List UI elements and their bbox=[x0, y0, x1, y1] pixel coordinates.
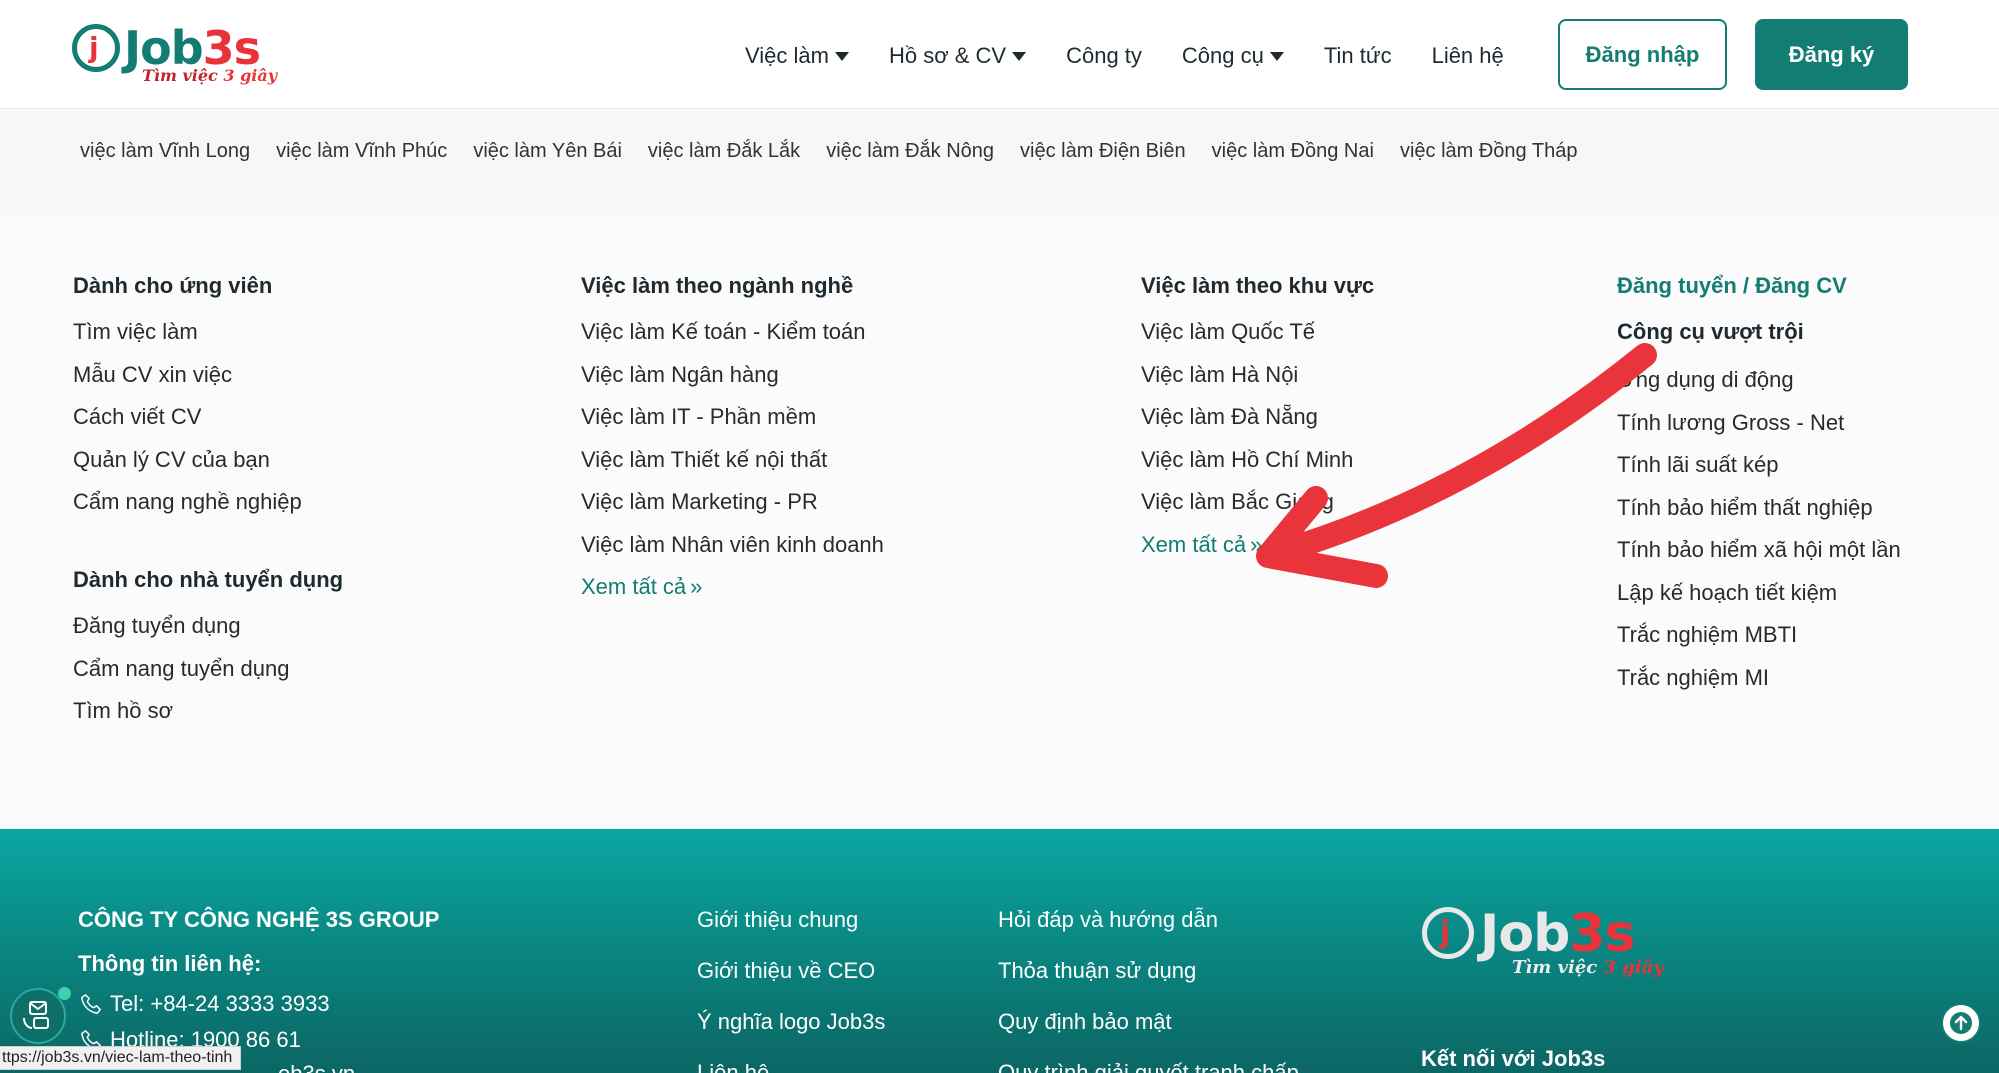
footer-link[interactable]: Liên hệ bbox=[697, 1060, 885, 1073]
chat-widget-button[interactable] bbox=[10, 988, 66, 1044]
scroll-to-top-button[interactable] bbox=[1941, 1003, 1981, 1043]
candidate-link[interactable]: Cách viết CV bbox=[73, 404, 343, 430]
site-header: Job3s Tìm việc 3 giây Việc làm Hồ sơ & C… bbox=[0, 0, 1999, 109]
website-text[interactable]: ob3s.vn bbox=[278, 1061, 355, 1073]
tool-link[interactable]: Tính lãi suất kép bbox=[1617, 452, 1901, 478]
column-title: Việc làm theo khu vực bbox=[1141, 273, 1375, 298]
employer-link[interactable]: Tìm hồ sơ bbox=[73, 698, 343, 724]
caret-down-icon bbox=[1269, 51, 1284, 61]
tel-line[interactable]: Tel: +84-24 3333 3933 bbox=[80, 991, 330, 1017]
industry-column: Việc làm theo ngành nghề Việc làm Kế toá… bbox=[581, 273, 884, 617]
region-see-all-link[interactable]: Xem tất cả» bbox=[1141, 532, 1374, 558]
tool-link[interactable]: Trắc nghiệm MI bbox=[1617, 665, 1901, 691]
province-link[interactable]: việc làm Điện Biên bbox=[1020, 140, 1186, 163]
industry-link[interactable]: Việc làm Kế toán - Kiểm toán bbox=[581, 319, 884, 345]
tool-link[interactable]: Lập kế hoạch tiết kiệm bbox=[1617, 580, 1901, 606]
province-link[interactable]: việc làm Đắk Lắk bbox=[648, 140, 800, 163]
job3s-logo[interactable]: Job3s Tìm việc 3 giây bbox=[70, 20, 300, 90]
nav-cong-cu[interactable]: Công cụ bbox=[1182, 43, 1284, 69]
province-links: việc làm Vĩnh Long việc làm Vĩnh Phúc vi… bbox=[0, 110, 1999, 216]
tools-column: Đăng tuyển / Đăng CV Công cụ vượt trội Ứ… bbox=[1617, 273, 1901, 707]
double-chevron-right-icon: » bbox=[1250, 531, 1263, 557]
province-link[interactable]: việc làm Đắk Nông bbox=[826, 140, 994, 163]
tool-link[interactable]: Trắc nghiệm MBTI bbox=[1617, 622, 1901, 648]
logo-mark-icon bbox=[1422, 907, 1474, 959]
industry-see-all-link[interactable]: Xem tất cả» bbox=[581, 574, 884, 600]
footer-link[interactable]: Ý nghĩa logo Job3s bbox=[697, 1009, 885, 1035]
tool-link[interactable]: Tính lương Gross - Net bbox=[1617, 410, 1901, 436]
employer-link[interactable]: Cẩm nang tuyển dụng bbox=[73, 656, 343, 682]
footer-link[interactable]: Giới thiệu về CEO bbox=[697, 958, 885, 984]
footer-link[interactable]: Quy trình giải quyết tranh chấp bbox=[998, 1060, 1299, 1073]
industry-link[interactable]: Việc làm Thiết kế nội thất bbox=[581, 447, 884, 473]
candidate-link[interactable]: Cẩm nang nghề nghiệp bbox=[73, 489, 343, 515]
chat-icon bbox=[23, 1001, 49, 1029]
arrow-up-icon bbox=[1950, 1012, 1972, 1034]
candidate-link[interactable]: Tìm việc làm bbox=[73, 319, 343, 345]
footer-link[interactable]: Giới thiệu chung bbox=[697, 907, 885, 933]
province-link[interactable]: việc làm Yên Bái bbox=[473, 140, 622, 163]
footer-link-columns: Dành cho ứng viên Tìm việc làm Mẫu CV xi… bbox=[0, 216, 1999, 829]
column-title: Dành cho nhà tuyển dụng bbox=[73, 567, 344, 592]
register-button[interactable]: Đăng ký bbox=[1755, 19, 1908, 90]
double-chevron-right-icon: » bbox=[690, 574, 703, 599]
candidate-link[interactable]: Quản lý CV của bạn bbox=[73, 447, 343, 473]
tool-link[interactable]: Tính bảo hiểm thất nghiệp bbox=[1617, 495, 1901, 521]
connect-title: Kết nối với Job3s bbox=[1421, 1046, 1606, 1071]
candidate-column: Dành cho ứng viên Tìm việc làm Mẫu CV xi… bbox=[73, 273, 343, 741]
footer-about-column: Giới thiệu chung Giới thiệu về CEO Ý ngh… bbox=[697, 907, 885, 1073]
footer-link[interactable]: Quy định bảo mật bbox=[998, 1009, 1299, 1035]
nav-tin-tuc[interactable]: Tin tức bbox=[1324, 43, 1392, 69]
region-link[interactable]: Việc làm Quốc Tế bbox=[1141, 319, 1374, 345]
province-link[interactable]: việc làm Đồng Tháp bbox=[1400, 140, 1578, 163]
site-footer: CÔNG TY CÔNG NGHỆ 3S GROUP Thông tin liê… bbox=[0, 829, 1999, 1073]
column-title: Dành cho ứng viên bbox=[73, 273, 273, 298]
tool-link[interactable]: Tính bảo hiểm xã hội một lần bbox=[1617, 537, 1901, 563]
main-nav: Việc làm Hồ sơ & CV Công ty Công cụ Tin … bbox=[745, 38, 1544, 74]
company-name: CÔNG TY CÔNG NGHỆ 3S GROUP bbox=[78, 907, 440, 932]
contact-title: Thông tin liên hệ: bbox=[78, 951, 262, 976]
employer-link[interactable]: Đăng tuyển dụng bbox=[73, 613, 343, 639]
logo-mark-icon bbox=[72, 24, 120, 72]
caret-down-icon bbox=[834, 51, 849, 61]
nav-lien-he[interactable]: Liên hệ bbox=[1432, 43, 1504, 69]
province-link[interactable]: việc làm Vĩnh Long bbox=[80, 140, 250, 163]
online-status-dot bbox=[58, 987, 71, 1000]
province-link[interactable]: việc làm Đồng Nai bbox=[1212, 140, 1374, 163]
region-link[interactable]: Việc làm Đà Nẵng bbox=[1141, 404, 1374, 430]
region-link[interactable]: Việc làm Hồ Chí Minh bbox=[1141, 447, 1374, 473]
post-job-cv-link[interactable]: Đăng tuyển / Đăng CV bbox=[1617, 273, 1901, 299]
logo-tagline: Tìm việc 3 giây bbox=[142, 66, 277, 85]
column-title: Việc làm theo ngành nghề bbox=[581, 273, 854, 298]
status-bar-url: ttps://job3s.vn/viec-lam-theo-tinh bbox=[0, 1046, 242, 1070]
industry-link[interactable]: Việc làm Marketing - PR bbox=[581, 489, 884, 515]
industry-link[interactable]: Việc làm Nhân viên kinh doanh bbox=[581, 532, 884, 558]
nav-viec-lam[interactable]: Việc làm bbox=[745, 43, 849, 69]
region-column: Việc làm theo khu vực Việc làm Quốc Tế V… bbox=[1141, 273, 1374, 574]
phone-icon bbox=[81, 993, 102, 1014]
footer-logo: Job3s Tìm việc 3 giây bbox=[1420, 901, 1720, 991]
region-link[interactable]: Việc làm Hà Nội bbox=[1141, 362, 1374, 388]
column-title: Công cụ vượt trội bbox=[1617, 319, 1804, 344]
footer-link[interactable]: Thỏa thuận sử dụng bbox=[998, 958, 1299, 984]
logo-tagline: Tìm việc 3 giây bbox=[1512, 957, 1664, 978]
industry-link[interactable]: Việc làm Ngân hàng bbox=[581, 362, 884, 388]
tool-link[interactable]: Ứng dụng di động bbox=[1617, 367, 1901, 393]
candidate-link[interactable]: Mẫu CV xin việc bbox=[73, 362, 343, 388]
login-button[interactable]: Đăng nhập bbox=[1558, 19, 1727, 90]
province-link[interactable]: việc làm Vĩnh Phúc bbox=[276, 140, 447, 163]
footer-policy-column: Hỏi đáp và hướng dẫn Thỏa thuận sử dụng … bbox=[998, 907, 1299, 1073]
footer-link[interactable]: Hỏi đáp và hướng dẫn bbox=[998, 907, 1299, 933]
nav-cong-ty[interactable]: Công ty bbox=[1066, 43, 1142, 69]
nav-ho-so-cv[interactable]: Hồ sơ & CV bbox=[889, 43, 1027, 69]
caret-down-icon bbox=[1012, 51, 1027, 61]
industry-link[interactable]: Việc làm IT - Phần mềm bbox=[581, 404, 884, 430]
region-link[interactable]: Việc làm Bắc Giang bbox=[1141, 489, 1374, 515]
